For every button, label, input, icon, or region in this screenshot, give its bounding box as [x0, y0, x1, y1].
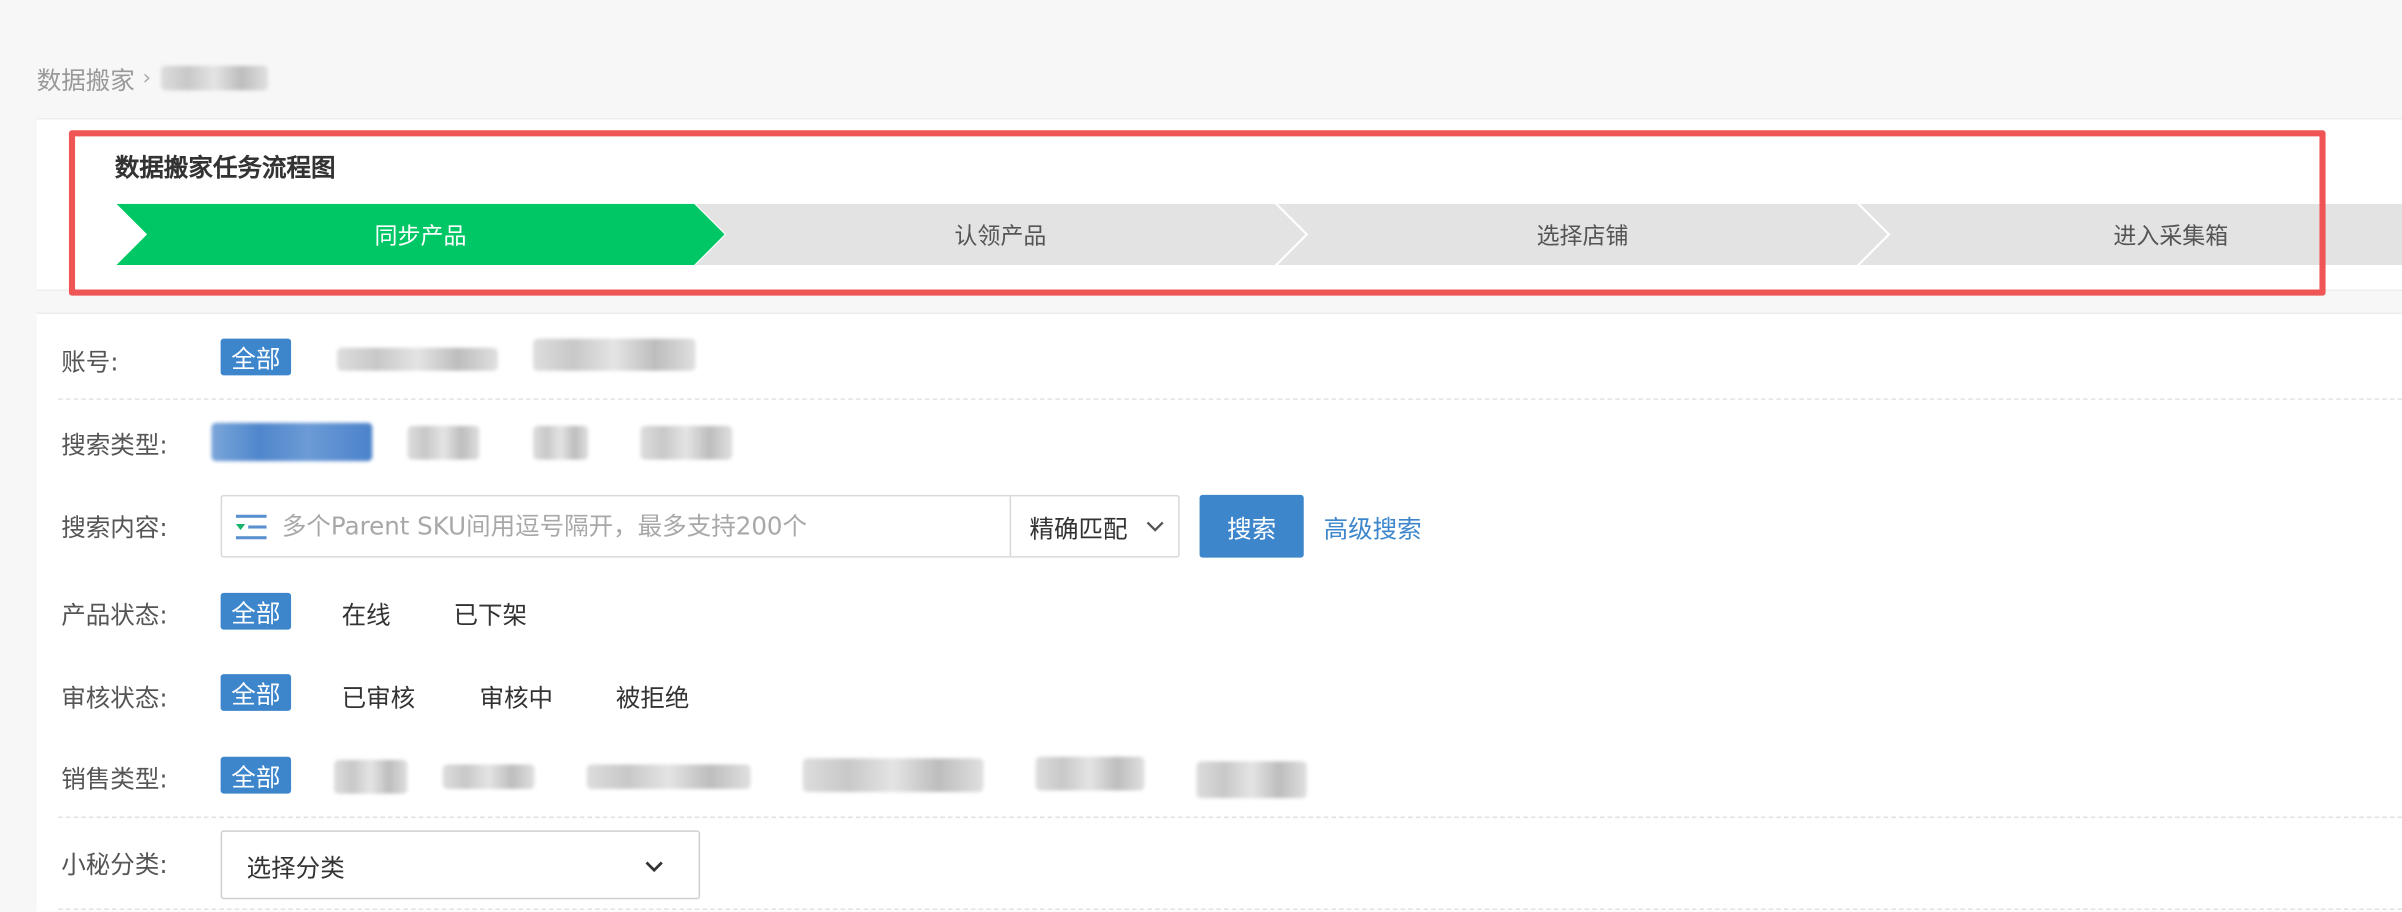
search-type-option-redacted[interactable] [640, 425, 733, 460]
category-select[interactable]: 选择分类 [220, 830, 701, 900]
chevron-down-icon [645, 861, 663, 873]
flow-step-sync-products: 同步产品 [116, 204, 724, 265]
flow-step-label: 选择店铺 [1536, 221, 1629, 249]
review-status-option-rejected[interactable]: 被拒绝 [616, 677, 690, 714]
flow-step-select-store: 选择店铺 [1278, 204, 1888, 265]
match-mode-value: 精确匹配 [1029, 513, 1128, 544]
flow-step-label: 认领产品 [954, 221, 1047, 249]
row-divider [58, 908, 2402, 911]
sales-type-option-redacted[interactable] [442, 764, 535, 789]
sales-type-option-redacted[interactable] [1035, 756, 1145, 791]
search-input[interactable] [281, 496, 1002, 557]
search-type-option-redacted[interactable] [533, 425, 589, 460]
sales-type-option-redacted[interactable] [333, 759, 408, 794]
product-status-all-tag[interactable]: 全部 [220, 592, 292, 630]
filter-panel [36, 312, 2402, 912]
chevron-right-icon: › [142, 65, 152, 91]
review-status-option-reviewing[interactable]: 审核中 [480, 677, 554, 714]
flow-step-enter-collection-box: 进入采集箱 [1859, 203, 2402, 266]
match-mode-select[interactable]: 精确匹配 [1009, 496, 1179, 557]
search-type-selected-redacted[interactable] [211, 422, 373, 462]
filter-list-icon[interactable] [234, 510, 268, 544]
flow-step-claim-products: 认领产品 [696, 204, 1306, 265]
search-type-option-redacted[interactable] [407, 425, 480, 460]
category-label: 小秘分类: [61, 850, 168, 880]
sales-type-option-redacted[interactable] [586, 764, 751, 789]
row-divider [58, 398, 2402, 400]
account-all-tag[interactable]: 全部 [220, 338, 292, 376]
product-status-option-delisted[interactable]: 已下架 [453, 594, 527, 631]
flow-step-label: 进入采集箱 [2113, 221, 2229, 249]
breadcrumb-current-redacted [160, 65, 268, 91]
breadcrumb-root[interactable]: 数据搬家 [37, 60, 135, 97]
flow-title: 数据搬家任务流程图 [114, 153, 336, 183]
flow-steps: 同步产品 认领产品 选择店铺 进入采集箱 [116, 203, 2402, 266]
row-divider [58, 816, 2402, 819]
search-content-label: 搜索内容: [61, 513, 168, 543]
breadcrumb: 数据搬家 › [37, 60, 268, 97]
review-status-all-tag[interactable]: 全部 [220, 674, 292, 711]
account-option-redacted[interactable] [533, 338, 696, 371]
page: 数据搬家 › 数据搬家任务流程图 同步产品 认领产品 选择店铺 进入采集箱 账号… [0, 0, 2402, 912]
advanced-search-link[interactable]: 高级搜索 [1324, 509, 1422, 546]
product-status-option-online[interactable]: 在线 [342, 594, 391, 631]
sales-type-all-tag[interactable]: 全部 [220, 756, 292, 794]
account-option-redacted[interactable] [337, 347, 498, 371]
chevron-down-icon [1146, 521, 1164, 532]
category-select-placeholder: 选择分类 [246, 852, 345, 882]
account-label: 账号: [61, 347, 119, 377]
review-status-label: 审核状态: [61, 683, 168, 713]
flow-step-label: 同步产品 [374, 221, 467, 249]
sales-type-option-redacted[interactable] [1196, 761, 1307, 799]
review-status-option-approved[interactable]: 已审核 [342, 677, 416, 714]
product-status-label: 产品状态: [61, 600, 168, 630]
search-type-label: 搜索类型: [61, 430, 168, 460]
sales-type-option-redacted[interactable] [802, 758, 984, 793]
sales-type-label: 销售类型: [61, 764, 168, 794]
search-button[interactable]: 搜索 [1199, 494, 1304, 558]
